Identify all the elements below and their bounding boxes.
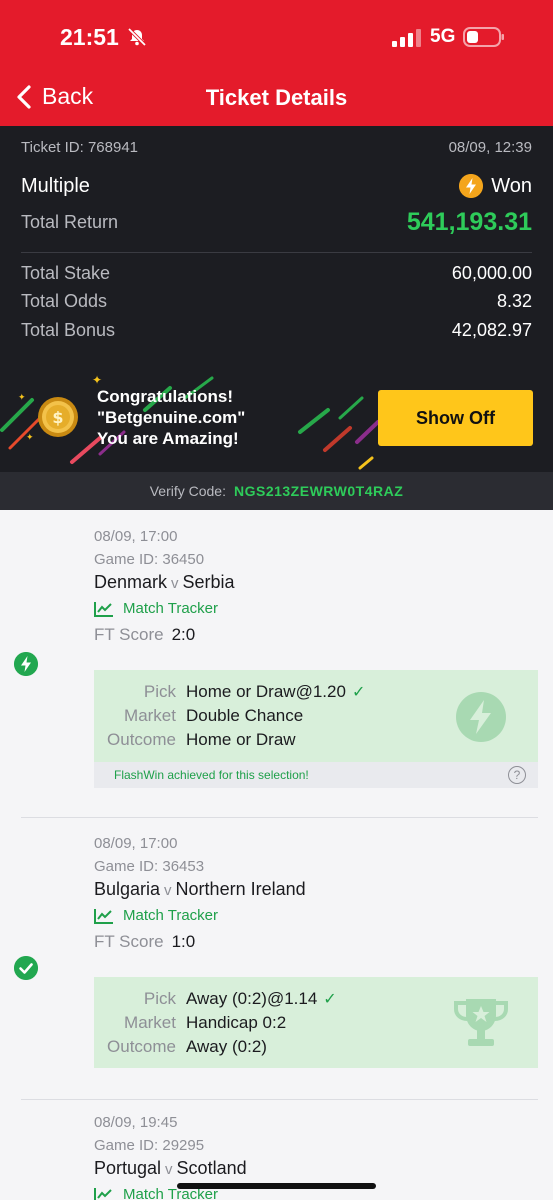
- chart-line-icon: [94, 908, 113, 924]
- help-icon[interactable]: ?: [508, 766, 526, 784]
- flashwin-note-text: FlashWin achieved for this selection!: [114, 768, 309, 782]
- away-team: Scotland: [176, 1158, 247, 1178]
- ft-score: FT Score 1:0: [94, 932, 195, 952]
- outcome-label: Outcome: [107, 730, 176, 749]
- outcome-label: Outcome: [107, 1037, 176, 1056]
- verify-code-bar: Verify Code: NGS213ZEWRW0T4RAZ: [0, 472, 553, 510]
- match-tracker-label: Match Tracker: [123, 600, 219, 617]
- ticket-type: Multiple: [21, 174, 90, 197]
- total-bonus-label: Total Bonus: [21, 320, 116, 340]
- flashwin-note: FlashWin achieved for this selection! ?: [94, 762, 538, 788]
- svg-text:✦: ✦: [26, 432, 34, 442]
- chart-line-icon: [94, 1187, 112, 1200]
- match-datetime: 08/09, 19:45: [94, 1114, 178, 1131]
- ft-score-value: 1:0: [171, 932, 196, 951]
- match-tracker-link[interactable]: Match Tracker: [94, 907, 218, 924]
- ticket-datetime: 08/09, 12:39: [448, 139, 532, 156]
- pick-value: Home or Draw@1.20: [186, 682, 346, 701]
- total-return-value: 541,193.31: [406, 208, 532, 236]
- pick-label: Pick: [143, 682, 176, 701]
- check-icon: ✓: [351, 684, 366, 701]
- pick-details: Pick Away (0:2)@1.14 ✓ Market Handicap 0:…: [94, 977, 538, 1068]
- ft-score-value: 2:0: [171, 625, 196, 644]
- total-return-label: Total Return: [21, 212, 119, 232]
- bell-muted-icon: [127, 27, 147, 47]
- game-id: Game ID: 36453: [94, 858, 205, 875]
- total-stake-value: 60,000.00: [451, 263, 532, 283]
- flash-win-icon: [459, 174, 484, 198]
- market-label: Market: [124, 706, 176, 725]
- svg-text:✦: ✦: [18, 392, 26, 402]
- versus-label: v: [165, 1161, 173, 1178]
- pick-details: Pick Home or Draw@1.20 ✓ Market Double Ch…: [94, 670, 538, 762]
- total-bonus-value: 42,082.97: [451, 320, 532, 340]
- market-value: Double Chance: [186, 706, 304, 725]
- page-title: Ticket Details: [205, 85, 348, 110]
- ft-score: FT Score 2:0: [94, 625, 195, 645]
- match-datetime: 08/09, 17:00: [94, 528, 178, 545]
- versus-label: v: [164, 882, 172, 899]
- show-off-button[interactable]: Show Off: [378, 390, 533, 446]
- match-tracker-label: Match Tracker: [123, 907, 219, 924]
- total-odds-value: 8.32: [496, 291, 532, 311]
- congrats-line-1: Congratulations!: [97, 387, 233, 406]
- network-type: 5G: [430, 26, 456, 47]
- match-datetime: 08/09, 17:00: [94, 835, 178, 852]
- match-teams: Denmark v Serbia: [94, 572, 235, 593]
- signal-icon: [392, 29, 421, 47]
- battery-icon: [463, 27, 504, 47]
- congrats-line-3: You are Amazing!: [97, 429, 239, 448]
- ft-score-label: FT Score: [94, 625, 164, 644]
- check-icon: ✓: [323, 991, 337, 1008]
- total-odds-label: Total Odds: [21, 291, 108, 311]
- verify-code-value[interactable]: NGS213ZEWRW0T4RAZ: [234, 483, 403, 499]
- ticket-status: Won: [459, 174, 532, 198]
- trophy-watermark-icon: [454, 999, 508, 1046]
- home-team: Denmark: [94, 572, 168, 592]
- flash-watermark-icon: [456, 692, 506, 742]
- divider: [21, 1099, 538, 1100]
- coin-icon: $: [38, 397, 78, 437]
- svg-text:$: $: [52, 408, 63, 427]
- congrats-line-2: "Betgenuine.com": [97, 408, 246, 427]
- game-id: Game ID: 29295: [94, 1137, 205, 1154]
- pick-value: Away (0:2)@1.14: [186, 989, 318, 1008]
- verify-code-label: Verify Code:: [149, 483, 226, 499]
- away-team: Northern Ireland: [175, 879, 306, 899]
- ticket-summary: Ticket ID: 768941 08/09, 12:39 Multiple …: [0, 126, 553, 510]
- chart-line-icon: [94, 601, 113, 617]
- ft-score-label: FT Score: [94, 932, 164, 951]
- selection-list: 08/09, 17:00 Game ID: 36450 Denmark v Serb…: [0, 510, 553, 1200]
- game-id: Game ID: 36450: [94, 551, 205, 568]
- ticket-status-label: Won: [491, 174, 532, 197]
- divider: [21, 252, 532, 253]
- top-header: 21:51 5G Back Ticket Details: [0, 0, 553, 126]
- congrats-message: Congratulations! "Betgenuine.com" You ar…: [97, 386, 245, 449]
- home-indicator[interactable]: [177, 1183, 376, 1189]
- home-team: Portugal: [94, 1158, 162, 1178]
- outcome-value: Away (0:2): [186, 1037, 267, 1056]
- market-label: Market: [124, 1013, 176, 1032]
- svg-text:✦: ✦: [92, 373, 102, 387]
- ticket-id: Ticket ID: 768941: [21, 139, 139, 156]
- match-teams: Bulgaria v Northern Ireland: [94, 879, 306, 900]
- status-time: 21:51: [60, 24, 119, 50]
- divider: [21, 817, 538, 818]
- match-teams: Portugal v Scotland: [94, 1158, 247, 1179]
- market-value: Handicap 0:2: [186, 1013, 287, 1032]
- flash-win-icon: [14, 652, 38, 676]
- pick-label: Pick: [143, 989, 176, 1008]
- versus-label: v: [171, 575, 179, 592]
- match-tracker-link[interactable]: Match Tracker: [94, 600, 218, 617]
- outcome-value: Home or Draw: [186, 730, 296, 749]
- total-stake-label: Total Stake: [21, 263, 111, 283]
- check-circle-icon: [14, 956, 38, 980]
- home-team: Bulgaria: [94, 879, 161, 899]
- away-team: Serbia: [182, 572, 235, 592]
